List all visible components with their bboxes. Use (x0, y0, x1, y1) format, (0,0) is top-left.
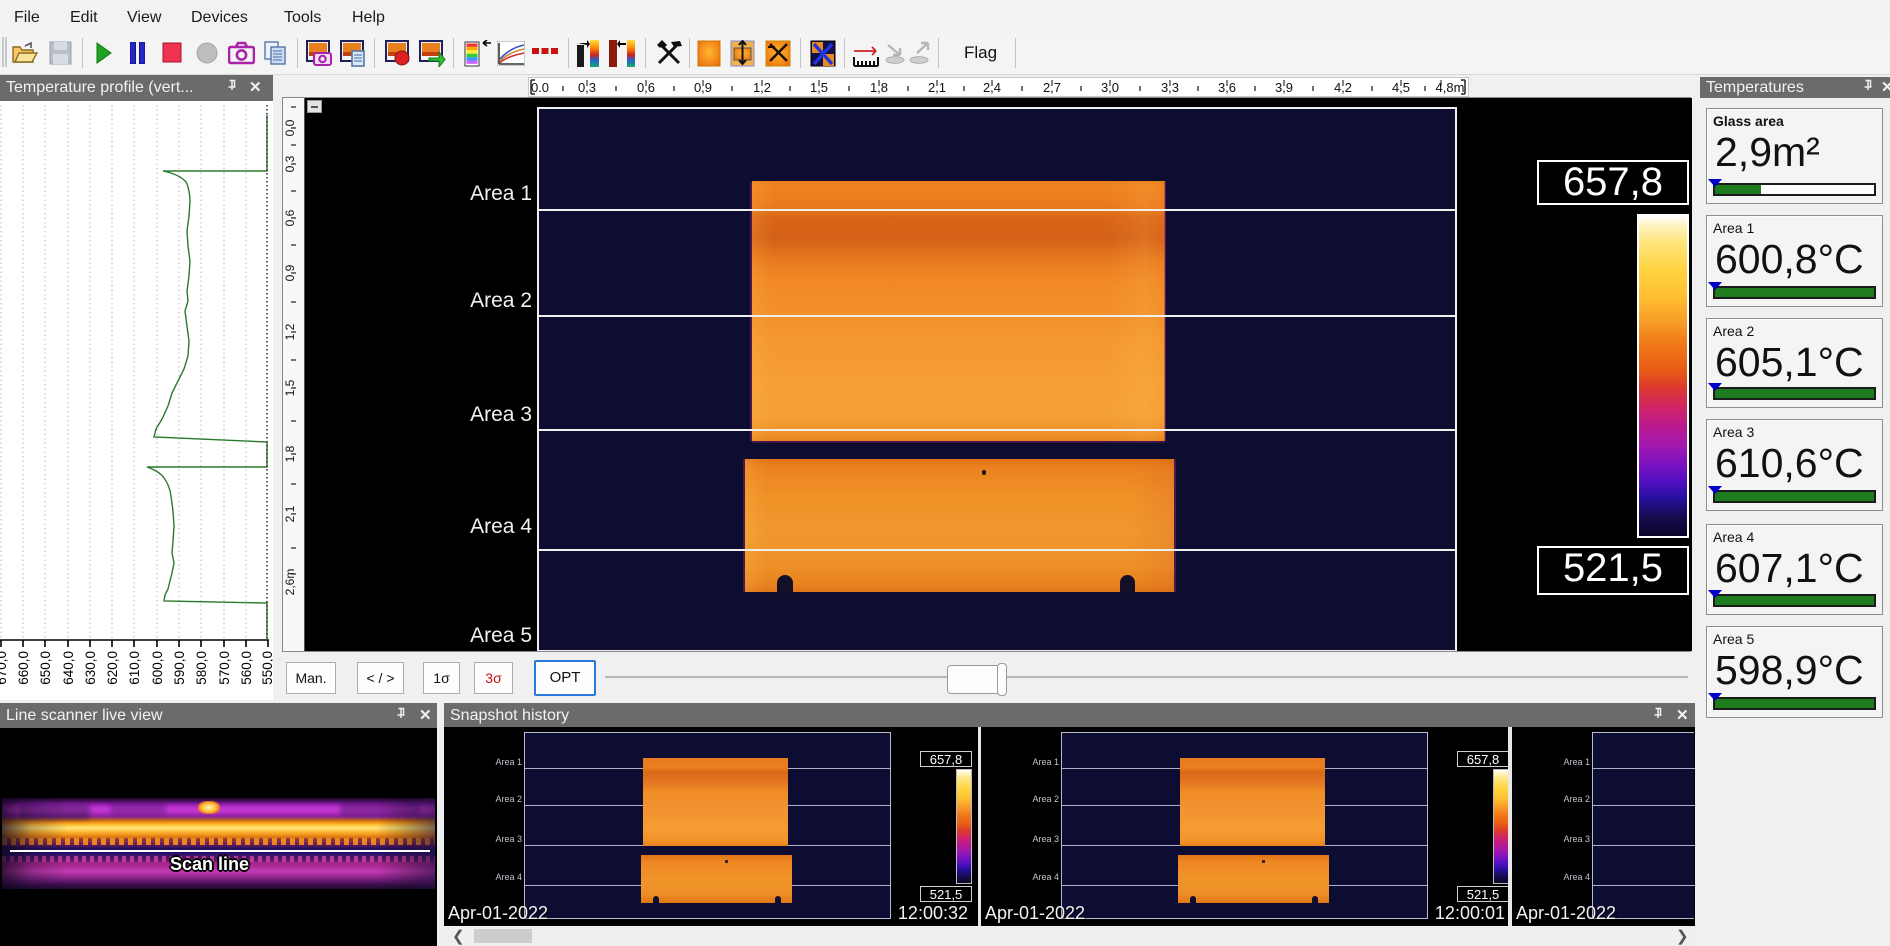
svg-text:640,0: 640,0 (61, 651, 76, 685)
svg-text:580,0: 580,0 (194, 651, 209, 685)
svg-text:650,0: 650,0 (38, 651, 53, 685)
svg-text:4,2: 4,2 (1334, 80, 1352, 95)
svg-text:630,0: 630,0 (83, 651, 98, 685)
svg-text:0.0: 0.0 (531, 80, 549, 95)
svg-text:3,6: 3,6 (1218, 80, 1236, 95)
svg-text:2,4: 2,4 (983, 80, 1001, 95)
svg-text:600,0: 600,0 (150, 651, 165, 685)
svg-text:0,6: 0,6 (637, 80, 655, 95)
svg-text:560,0: 560,0 (239, 651, 254, 685)
svg-text:660,0: 660,0 (16, 651, 31, 685)
svg-text:610,0: 610,0 (127, 651, 142, 685)
svg-text:3,3: 3,3 (1161, 80, 1179, 95)
svg-text:550,0: 550,0 (260, 651, 273, 685)
svg-text:4,5: 4,5 (1392, 80, 1410, 95)
svg-text:3,9: 3,9 (1275, 80, 1293, 95)
svg-text:1,2: 1,2 (753, 80, 771, 95)
svg-text:570,0: 570,0 (217, 651, 232, 685)
svg-text:4,8m: 4,8m (1436, 80, 1465, 95)
svg-text:590,0: 590,0 (172, 651, 187, 685)
svg-text:0,3: 0,3 (578, 80, 596, 95)
svg-text:1,5: 1,5 (810, 80, 828, 95)
svg-text:2,7: 2,7 (1043, 80, 1061, 95)
svg-text:620,0: 620,0 (105, 651, 120, 685)
svg-text:2,6m: 2,6m (283, 569, 297, 596)
svg-text:0,9: 0,9 (694, 80, 712, 95)
svg-text:2,1: 2,1 (928, 80, 946, 95)
svg-text:670,0: 670,0 (0, 651, 9, 685)
svg-text:3,0: 3,0 (1101, 80, 1119, 95)
svg-text:1,8: 1,8 (870, 80, 888, 95)
